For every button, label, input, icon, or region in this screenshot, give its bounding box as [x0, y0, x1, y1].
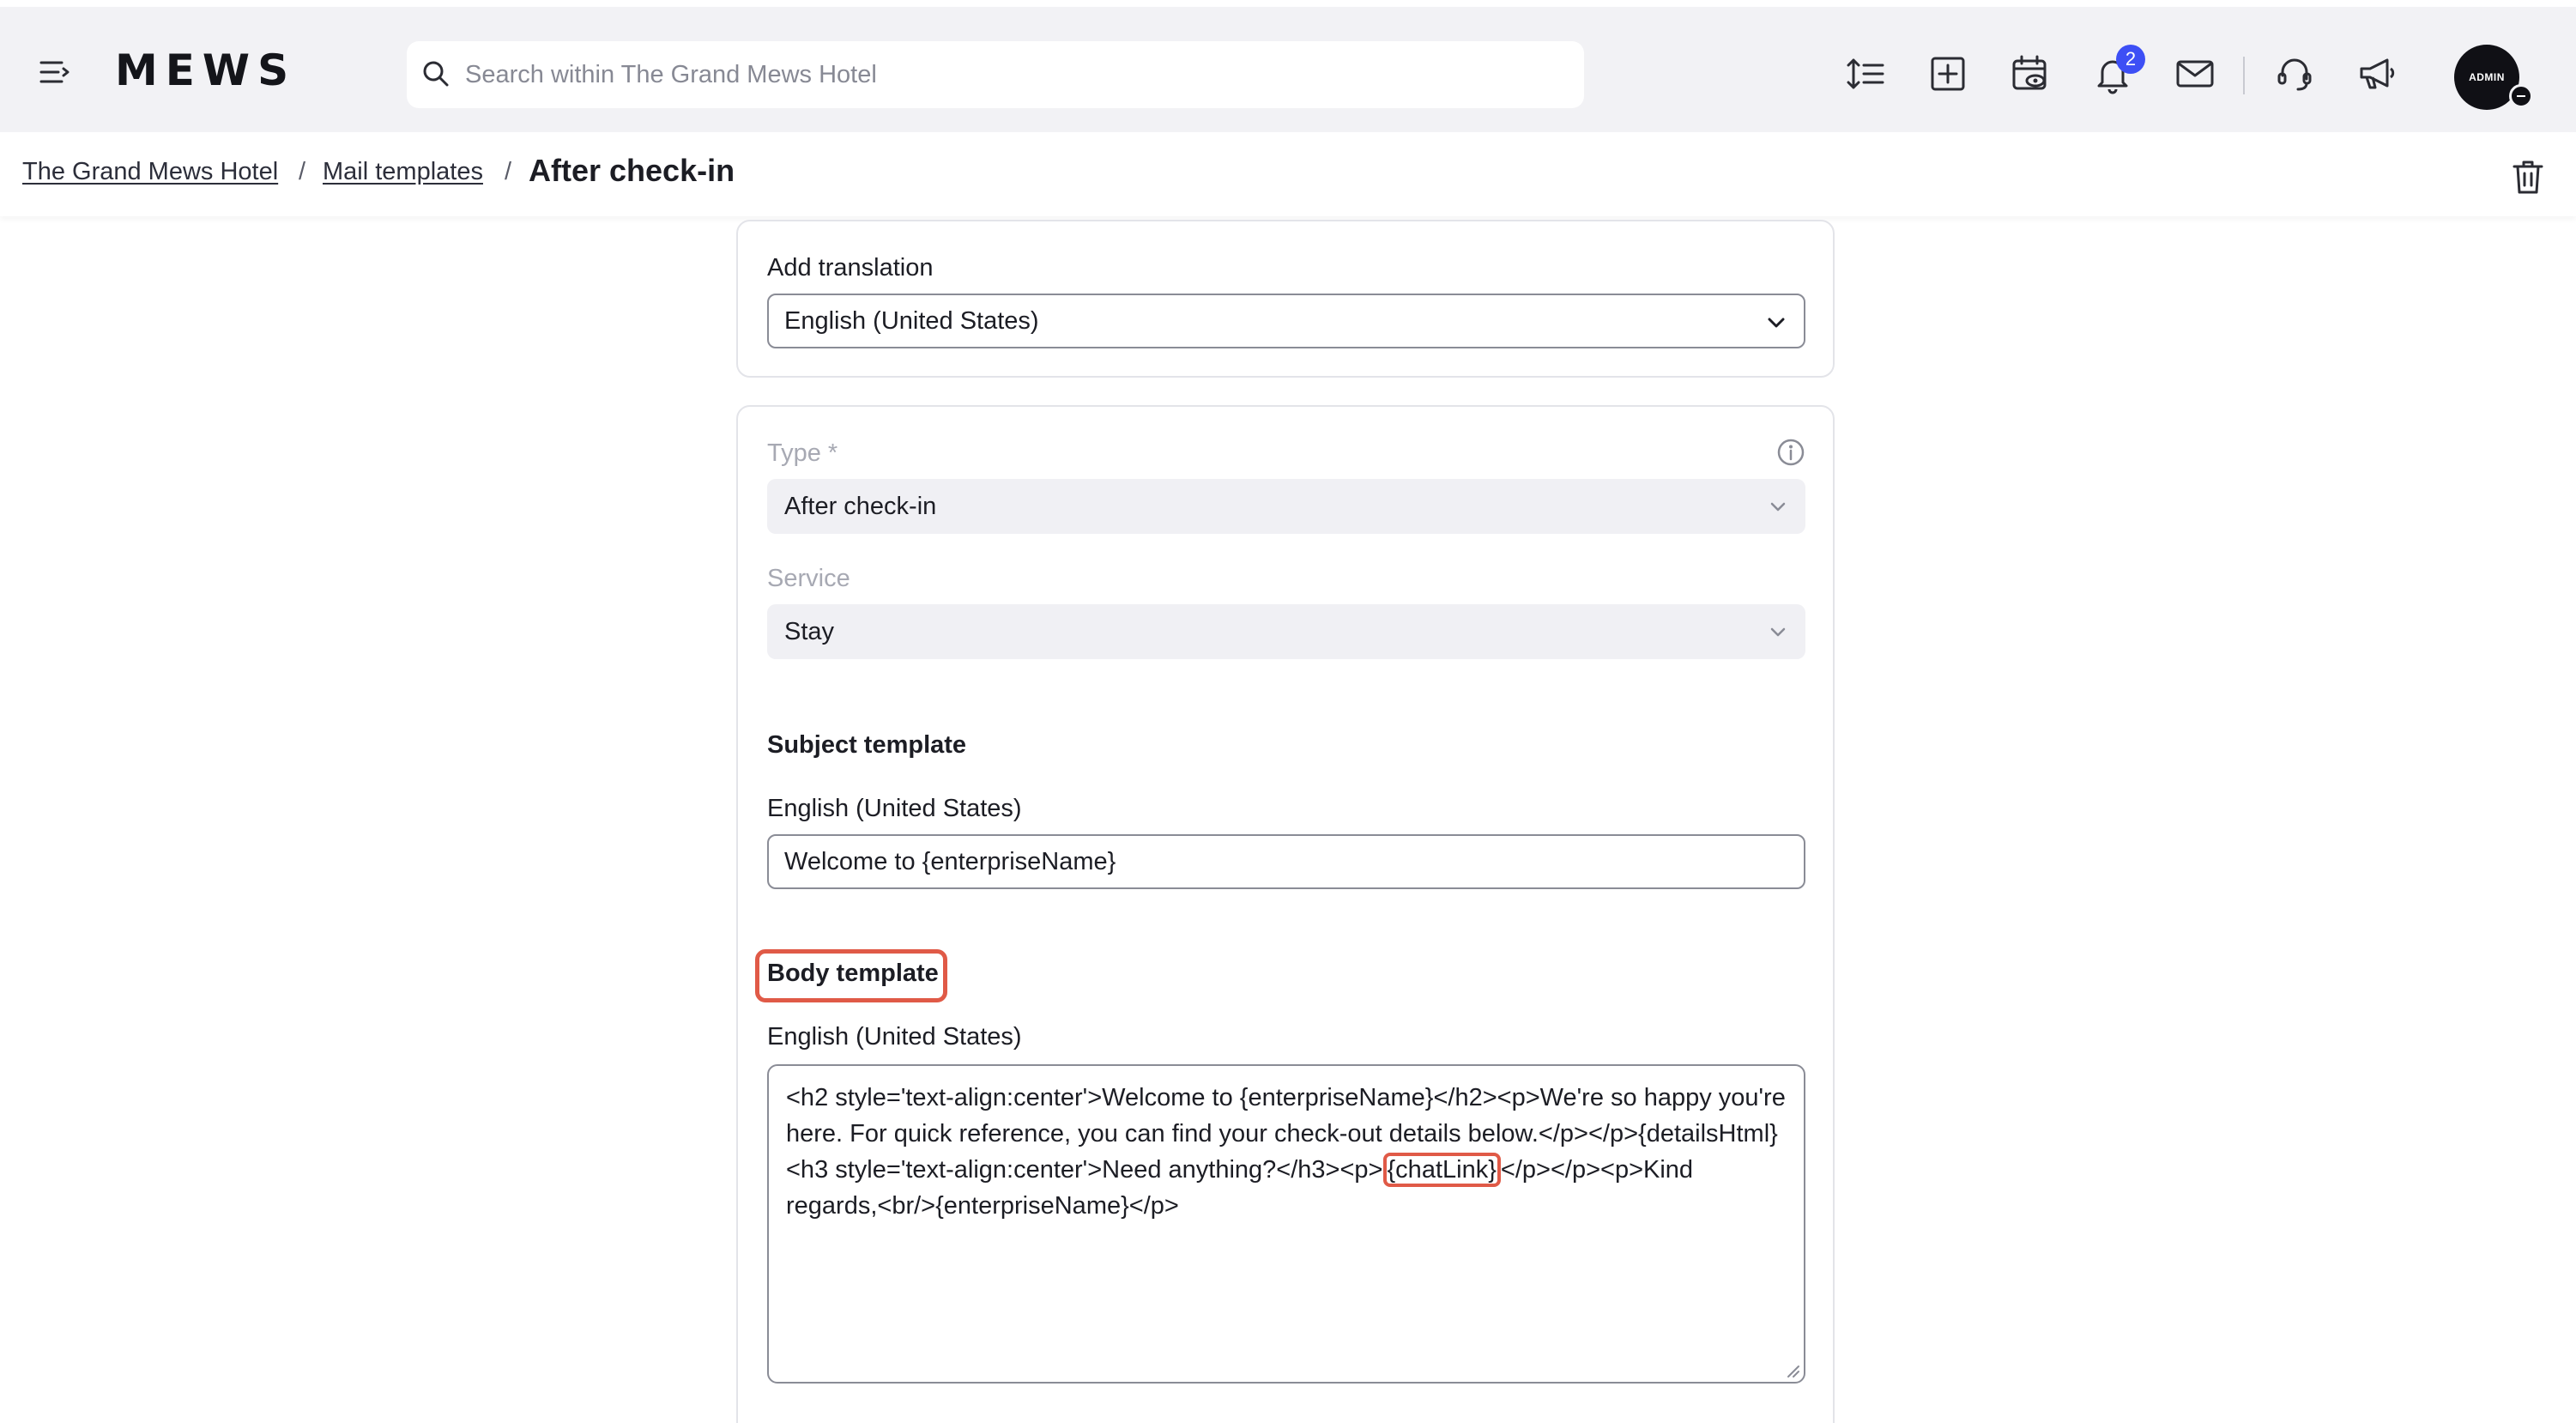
chevron-down-icon: [1770, 502, 1786, 512]
delete-icon[interactable]: [2511, 158, 2545, 196]
translation-card: Add translation English (United States): [736, 220, 1835, 378]
subject-template-title: Subject template: [767, 731, 967, 759]
mail-icon[interactable]: [2173, 51, 2217, 96]
menu-icon[interactable]: [38, 55, 72, 89]
template-details-card: Type * After check-in Service Stay Subje…: [736, 405, 1835, 1423]
translation-language-select[interactable]: English (United States): [767, 294, 1805, 348]
body-template-textarea[interactable]: <h2 style='text-align:center'>Welcome to…: [767, 1064, 1805, 1384]
add-icon[interactable]: [1926, 51, 1970, 96]
breadcrumb-hotel-link[interactable]: The Grand Mews Hotel: [22, 158, 278, 186]
subject-language-label: English (United States): [767, 795, 1022, 822]
service-select: Stay: [767, 604, 1805, 659]
service-label: Service: [767, 565, 850, 592]
search-bar[interactable]: [407, 41, 1584, 108]
calendar-view-icon[interactable]: [2008, 51, 2053, 96]
body-language-label: English (United States): [767, 1023, 1022, 1051]
announcements-icon[interactable]: [2355, 51, 2399, 96]
type-select: After check-in: [767, 479, 1805, 534]
support-icon[interactable]: [2272, 51, 2317, 96]
chevron-down-icon: [1768, 318, 1785, 328]
avatar-status-icon: [2509, 84, 2533, 108]
toolbar-divider: [2243, 57, 2245, 94]
translation-language-value: English (United States): [784, 307, 1039, 335]
search-input[interactable]: [465, 41, 1563, 108]
service-value: Stay: [784, 618, 835, 645]
chevron-down-icon: [1770, 627, 1786, 637]
type-label: Type *: [767, 439, 838, 467]
chat-link-placeholder: {chatLink}: [1382, 1153, 1501, 1187]
mews-logo[interactable]: MEWS: [115, 49, 296, 92]
subject-template-input[interactable]: [767, 834, 1805, 889]
breadcrumb: The Grand Mews Hotel / Mail templates / …: [0, 132, 2576, 216]
breadcrumb-mail-templates-link[interactable]: Mail templates: [323, 158, 483, 186]
breadcrumb-separator: /: [299, 158, 306, 185]
notification-badge: 2: [2116, 45, 2145, 74]
top-bar: MEWS 2 ADMIN: [0, 0, 2576, 132]
type-value: After check-in: [784, 493, 937, 520]
search-icon: [423, 61, 449, 87]
density-icon[interactable]: [1843, 51, 1888, 96]
add-translation-label: Add translation: [767, 254, 934, 282]
resize-handle-icon[interactable]: [1785, 1363, 1800, 1378]
breadcrumb-separator: /: [505, 158, 512, 185]
page-title: After check-in: [529, 153, 735, 188]
body-template-highlight: [755, 949, 947, 1002]
info-icon[interactable]: [1776, 438, 1805, 467]
